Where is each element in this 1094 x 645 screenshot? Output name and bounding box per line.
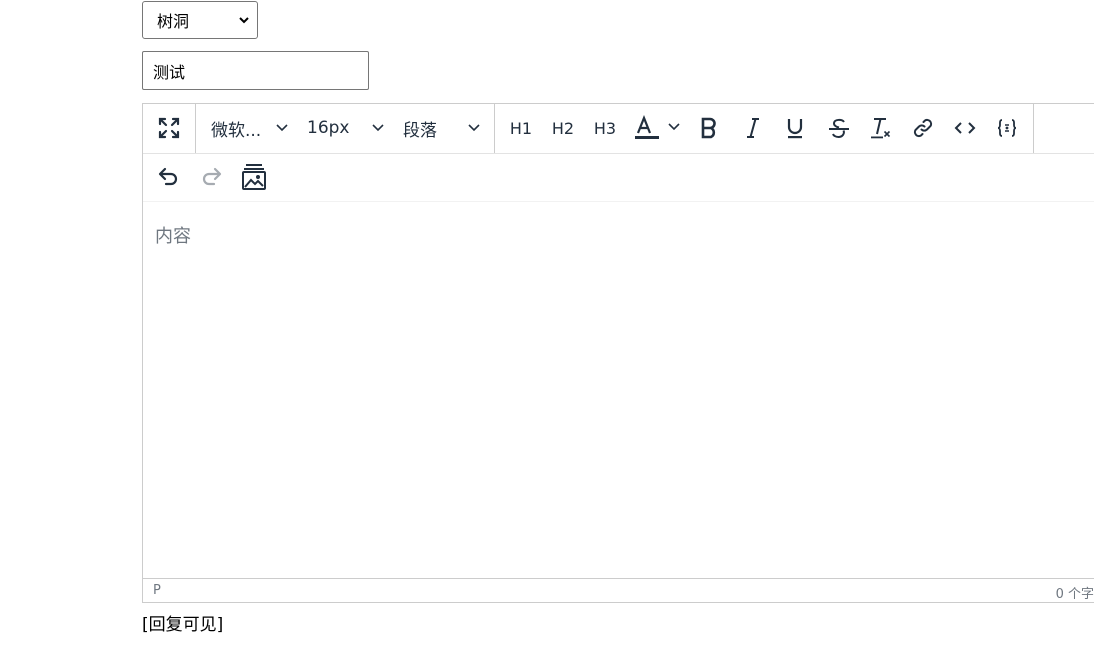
undo-button[interactable] xyxy=(153,162,183,192)
editor-toolbar: 微软... 16px 段落 H1 H2 H3 xyxy=(143,104,1094,154)
block-format-label: 段落 xyxy=(403,120,437,141)
board-select-value: 树洞 xyxy=(157,12,190,31)
clear-format-icon xyxy=(871,118,891,139)
editor-statusbar: P 0 个字 xyxy=(143,578,1094,602)
element-path[interactable]: P xyxy=(153,583,161,598)
editor-placeholder[interactable]: 内容 xyxy=(155,222,191,248)
bold-icon xyxy=(701,117,716,139)
chevron-down-icon xyxy=(468,124,480,132)
redo-icon xyxy=(202,167,222,186)
title-input[interactable]: 测试 xyxy=(142,51,369,90)
chevron-down-icon xyxy=(239,17,249,24)
heading-1-label: H1 xyxy=(509,118,533,138)
text-color-icon xyxy=(635,115,680,139)
rich-text-editor: 微软... 16px 段落 H1 H2 H3 内容 P 0 个字 xyxy=(142,103,1094,603)
heading-2-button[interactable]: H2 xyxy=(546,113,580,143)
strikethrough-button[interactable] xyxy=(824,113,854,143)
title-input-value: 测试 xyxy=(153,62,186,82)
editor-toolbar-row-2 xyxy=(143,153,1094,202)
link-button[interactable] xyxy=(908,113,938,143)
code-block-icon xyxy=(997,119,1017,137)
bold-button[interactable] xyxy=(694,113,724,143)
chevron-down-icon xyxy=(276,124,288,132)
block-format-dropdown[interactable]: 段落 xyxy=(403,113,487,143)
italic-icon xyxy=(747,118,759,138)
font-family-dropdown[interactable]: 微软... xyxy=(211,113,297,143)
toolbar-group-view xyxy=(143,104,196,153)
toolbar-group-style: H1 H2 H3 xyxy=(494,104,1034,153)
underline-button[interactable] xyxy=(780,113,810,143)
word-count: 0 个字 xyxy=(1055,587,1094,602)
font-family-label: 微软... xyxy=(211,120,262,141)
board-select[interactable]: 树洞 xyxy=(142,1,258,39)
toolbar-group-format: 微软... 16px 段落 xyxy=(195,104,495,153)
code-block-button[interactable] xyxy=(992,113,1022,143)
insert-image-button[interactable] xyxy=(239,162,269,192)
text-color-button[interactable] xyxy=(632,113,686,143)
font-size-label: 16px xyxy=(307,118,350,138)
heading-2-label: H2 xyxy=(551,118,575,138)
code-icon xyxy=(954,122,976,134)
heading-1-button[interactable]: H1 xyxy=(504,113,538,143)
heading-3-button[interactable]: H3 xyxy=(588,113,622,143)
redo-button[interactable] xyxy=(197,162,227,192)
underline-icon xyxy=(787,119,803,139)
link-icon xyxy=(913,118,933,138)
fullscreen-button[interactable] xyxy=(154,113,184,143)
undo-icon xyxy=(158,167,178,186)
reply-visible-tag[interactable]: [回复可见] xyxy=(142,610,223,635)
strikethrough-icon xyxy=(829,118,849,139)
font-size-dropdown[interactable]: 16px xyxy=(307,113,389,143)
inline-code-button[interactable] xyxy=(950,113,980,143)
chevron-down-icon xyxy=(372,124,384,132)
italic-button[interactable] xyxy=(738,113,768,143)
heading-3-label: H3 xyxy=(593,118,617,138)
fullscreen-icon xyxy=(158,117,180,139)
image-icon xyxy=(242,164,266,190)
clear-format-button[interactable] xyxy=(866,113,896,143)
